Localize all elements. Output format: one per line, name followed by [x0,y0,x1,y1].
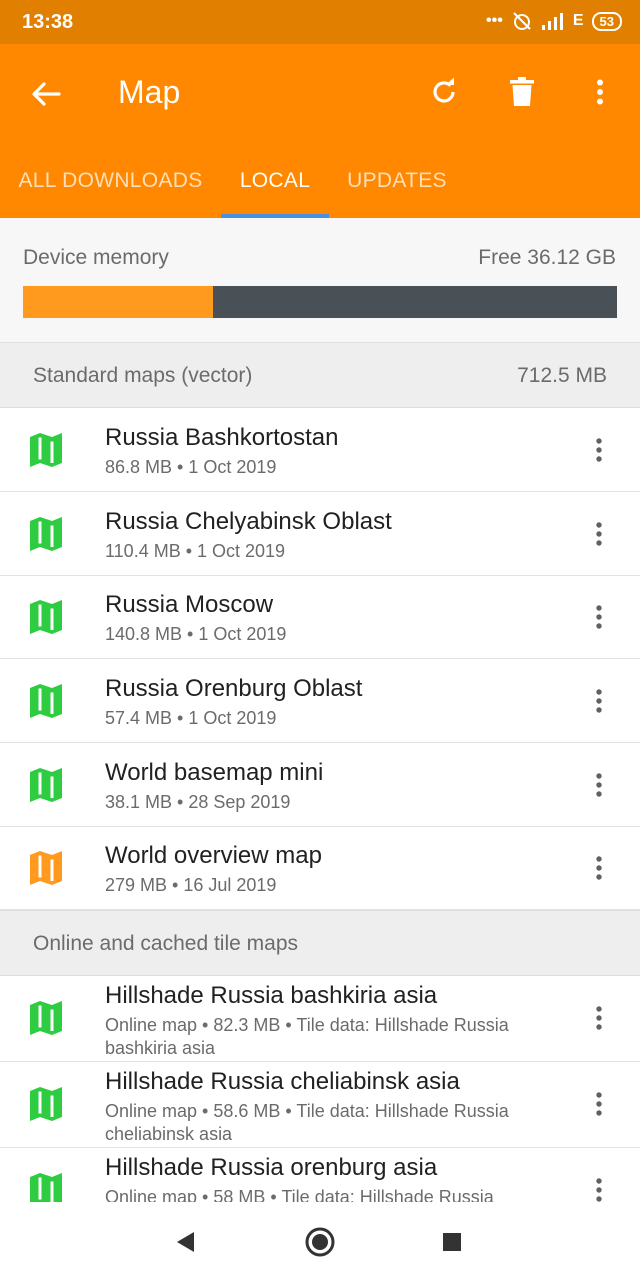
item-menu-button[interactable] [582,430,616,470]
map-details: 279 MB • 16 Jul 2019 [105,875,277,895]
map-name: Hillshade Russia cheliabinsk asia [105,1068,460,1095]
more-options-button[interactable] [574,66,626,118]
refresh-button[interactable] [418,66,470,118]
map-name: Russia Chelyabinsk Oblast [105,508,392,535]
more-vertical-icon [596,773,602,797]
section-title: Online and cached tile maps [33,932,298,955]
battery-indicator: 53 [591,11,622,31]
status-icons: ••• E 53 [486,11,622,31]
map-details: Online map • 82.3 MB • Tile data: Hillsh… [105,1015,509,1058]
map-details: 110.4 MB • 1 Oct 2019 [105,541,286,561]
map-details: Online map • 58.6 MB • Tile data: Hillsh… [105,1101,509,1144]
list-item[interactable]: Hillshade Russia bashkiria asia Online m… [0,976,640,1062]
alarm-off-icon [513,12,531,30]
map-icon [30,1087,62,1121]
item-menu-button[interactable] [582,597,616,637]
list-item[interactable]: Hillshade Russia orenburg asia Online ma… [0,1148,640,1208]
map-details: 140.8 MB • 1 Oct 2019 [105,624,287,644]
nav-back-button[interactable] [167,1224,203,1260]
map-icon [30,600,62,634]
more-vertical-icon [596,689,602,713]
more-vertical-icon [596,522,602,546]
refresh-icon [433,77,455,103]
nav-recent-button[interactable] [434,1224,470,1260]
list-item[interactable]: World basemap mini 38.1 MB • 28 Sep 2019 [0,743,640,827]
map-details: 38.1 MB • 28 Sep 2019 [105,792,291,812]
status-time: 13:38 [22,11,74,33]
map-name: World overview map [105,842,322,869]
memory-used-fill [23,286,214,318]
network-type: E [572,12,584,29]
list-item[interactable]: Russia Chelyabinsk Oblast 110.4 MB • 1 O… [0,492,640,576]
tab-local[interactable]: LOCAL [221,144,329,218]
device-memory-panel: Device memory Free 36.12 GB [0,218,640,342]
tab-bar: ALL DOWNLOADS LOCAL UPDATES [0,144,640,218]
more-vertical-icon [596,1178,602,1202]
device-memory-label: Device memory [23,246,169,269]
square-recent-icon [443,1233,461,1251]
map-icon [30,684,62,718]
item-menu-button[interactable] [582,998,616,1038]
section-header-online-maps: Online and cached tile maps [0,910,640,976]
item-menu-button[interactable] [582,848,616,888]
item-menu-button[interactable] [582,681,616,721]
more-vertical-icon [596,605,602,629]
tab-updates[interactable]: UPDATES [329,144,465,218]
signal-icon [541,13,563,30]
system-navigation-bar [0,1202,640,1280]
list-item[interactable]: Russia Bashkortostan 86.8 MB • 1 Oct 201… [0,408,640,492]
list-item[interactable]: World overview map 279 MB • 16 Jul 2019 [0,827,640,910]
section-header-standard-maps: Standard maps (vector) 712.5 MB [0,342,640,408]
nav-home-button[interactable] [302,1224,338,1260]
item-menu-button[interactable] [582,765,616,805]
map-name: Russia Bashkortostan [105,424,339,451]
memory-usage-bar [23,286,617,318]
section-title: Standard maps (vector) [33,364,253,387]
map-icon [30,433,62,467]
app-bar: Map ALL DOWNLOADS LOCAL UPDATES [0,44,640,218]
free-space-label: Free 36.12 GB [478,246,616,269]
map-icon [30,1001,62,1035]
map-name: Russia Orenburg Oblast [105,675,363,702]
map-name: Hillshade Russia bashkiria asia [105,982,438,1009]
map-icon [30,851,62,885]
delete-button[interactable] [496,66,548,118]
item-menu-button[interactable] [582,1084,616,1124]
more-notifications-icon: ••• [486,12,503,29]
circle-home-icon [305,1227,335,1257]
list-item[interactable]: Hillshade Russia cheliabinsk asia Online… [0,1062,640,1148]
map-name: Russia Moscow [105,591,274,618]
back-button[interactable] [22,70,70,118]
map-icon [30,768,62,802]
map-details: 86.8 MB • 1 Oct 2019 [105,457,277,477]
section-size: 712.5 MB [517,364,607,387]
map-name: Hillshade Russia orenburg asia [105,1154,438,1181]
arrow-left-icon [32,82,61,106]
item-menu-button[interactable] [582,514,616,554]
more-vertical-icon [596,1006,602,1030]
map-details: 57.4 MB • 1 Oct 2019 [105,708,277,728]
more-vertical-icon [596,1092,602,1116]
tab-all-downloads[interactable]: ALL DOWNLOADS [0,144,221,218]
more-vertical-icon [596,438,602,462]
triangle-back-icon [177,1232,194,1252]
list-item[interactable]: Russia Moscow 140.8 MB • 1 Oct 2019 [0,576,640,659]
map-name: World basemap mini [105,759,324,786]
trash-icon [510,77,534,106]
more-vertical-icon [596,856,602,880]
list-item[interactable]: Russia Orenburg Oblast 57.4 MB • 1 Oct 2… [0,659,640,743]
map-icon [30,517,62,551]
status-bar: 13:38 ••• E 53 [0,0,640,44]
more-vertical-icon [597,79,603,105]
page-title: Map [118,74,181,110]
